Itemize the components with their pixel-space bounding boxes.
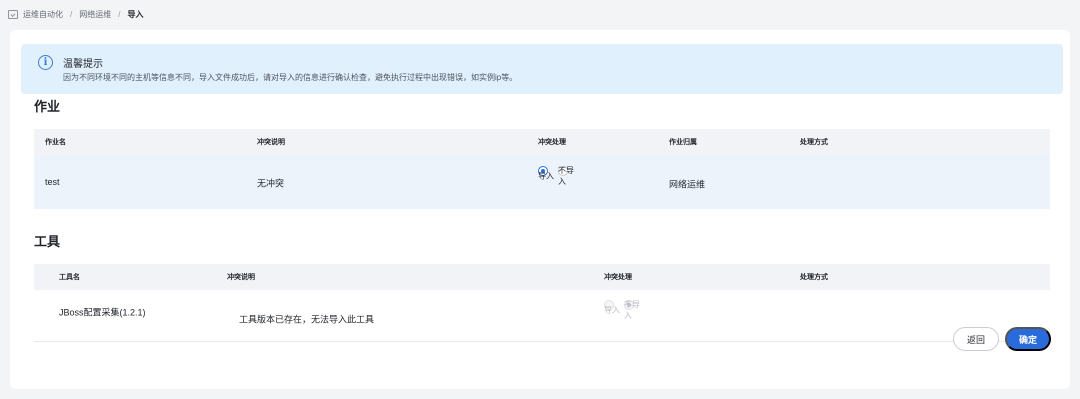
col-job-name: 作业名 [45,139,66,146]
conflict-radio-group: 导入 不导入 [604,300,644,320]
breadcrumb-separator: / [118,9,121,19]
col-handling-method: 处理方式 [800,139,828,146]
col-tool-name: 工具名 [59,274,80,281]
tool-name: JBoss配置采集(1.2.1) [59,307,146,318]
notice-title: 温馨提示 [63,59,103,70]
radio-no-import-label: 不导入 [624,300,640,320]
col-conflict-desc: 冲突说明 [257,139,285,146]
main-card: i 温馨提示 因为不同环境不同的主机等信息不同，导入文件成功后，请对导入的信息进… [10,30,1070,389]
jobs-section-title: 作业 [34,99,61,114]
radio-no-import[interactable]: 不导入 [624,300,640,320]
breadcrumb-current: 导入 [127,9,144,19]
col-conflict-handling: 冲突处理 [604,274,632,281]
confirm-button[interactable]: 确定 [1005,327,1051,351]
col-conflict-desc: 冲突说明 [227,274,255,281]
job-owner: 网络运维 [669,179,706,190]
radio-import[interactable]: 导入 [604,300,620,315]
radio-no-import[interactable]: 不导入 [558,166,574,186]
tools-section-title: 工具 [34,234,61,249]
notice-text: 因为不同环境不同的主机等信息不同，导入文件成功后，请对导入的信息进行确认检查，避… [63,73,518,82]
info-icon: i [38,55,53,70]
job-name: test [45,177,60,187]
radio-import-label: 导入 [604,305,620,315]
breadcrumb-item-network[interactable]: 网络运维 [79,9,111,20]
table-row: JBoss配置采集(1.2.1) 工具版本已存在，无法导入此工具 导入 不导入 [34,290,1050,342]
breadcrumb: 运维自动化 / 网络运维 / 导入 [8,7,143,21]
radio-import[interactable]: 导入 [538,166,554,181]
terminal-icon [8,9,18,19]
conflict-desc: 工具版本已存在，无法导入此工具 [239,314,375,325]
tools-table: 工具名 冲突说明 冲突处理 处理方式 JBoss配置采集(1.2.1) 工具版本… [34,264,1050,342]
back-button[interactable]: 返回 [953,327,999,351]
col-handling-method: 处理方式 [800,274,828,281]
breadcrumb-item-automation[interactable]: 运维自动化 [23,9,63,20]
conflict-radio-group: 导入 不导入 [538,166,578,186]
notice-banner: i 温馨提示 因为不同环境不同的主机等信息不同，导入文件成功后，请对导入的信息进… [21,44,1063,94]
jobs-table: 作业名 冲突说明 冲突处理 作业归属 处理方式 test 无冲突 导入 不导入 … [34,129,1050,209]
table-row: test 无冲突 导入 不导入 网络运维 [34,155,1050,209]
radio-import-label: 导入 [538,171,554,181]
col-job-owner: 作业归属 [669,139,697,146]
breadcrumb-separator: / [70,9,73,19]
col-conflict-handling: 冲突处理 [538,139,566,146]
conflict-desc: 无冲突 [257,178,285,189]
jobs-table-header: 作业名 冲突说明 冲突处理 作业归属 处理方式 [34,129,1050,155]
tools-table-header: 工具名 冲突说明 冲突处理 处理方式 [34,264,1050,290]
radio-no-import-label: 不导入 [558,166,574,186]
